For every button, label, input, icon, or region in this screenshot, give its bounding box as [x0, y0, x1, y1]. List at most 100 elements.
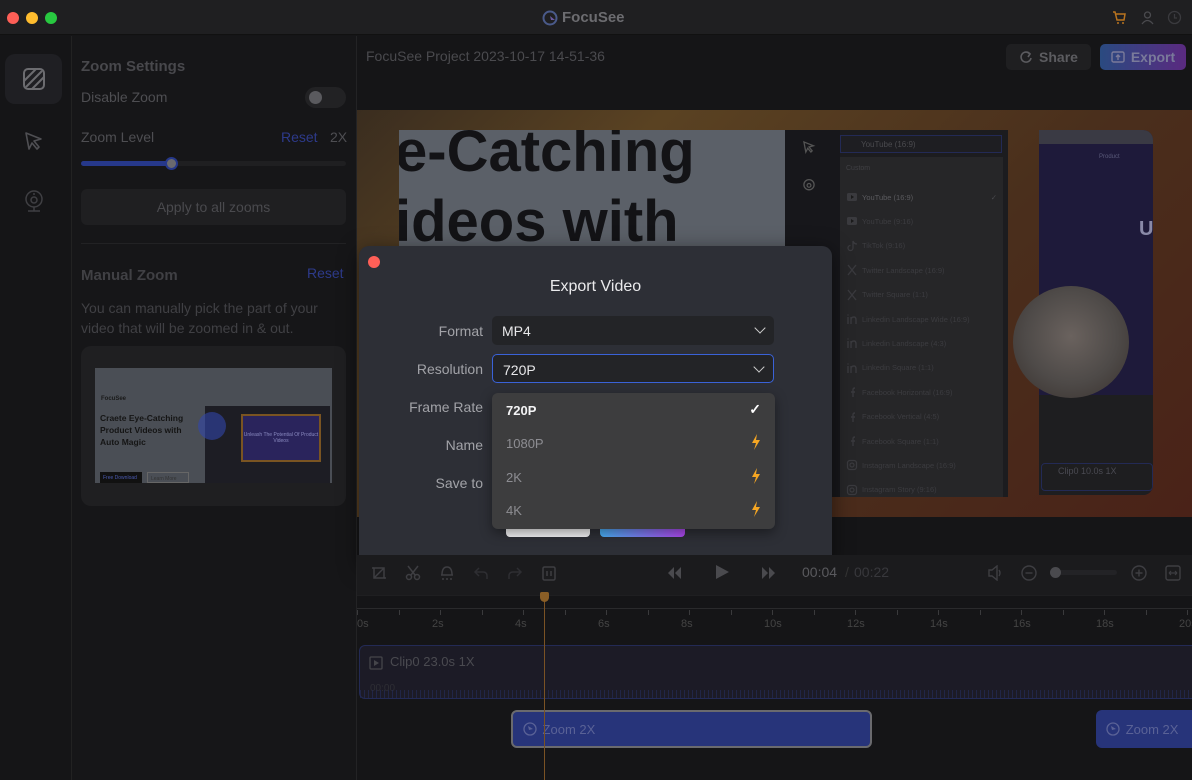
app-title-text: FocuSee: [562, 9, 625, 26]
zoom-segment-label: Zoom 2X: [1125, 721, 1179, 737]
frame-rate-label: Frame Rate: [409, 399, 483, 415]
export-header-button[interactable]: Export: [1100, 44, 1186, 70]
history-clock-icon[interactable]: [1167, 10, 1182, 25]
disable-zoom-toggle[interactable]: [305, 87, 346, 108]
manual-zoom-reset-link[interactable]: Reset: [307, 265, 344, 281]
aspect-option-label: Instagram Landscape (16:9): [862, 460, 956, 470]
format-label: Format: [438, 323, 483, 339]
cursor-arrow-icon: [24, 132, 42, 150]
ruler-tick: [1021, 610, 1022, 615]
ruler-tick: [1145, 610, 1147, 615]
close-window-button[interactable]: [7, 12, 19, 24]
ruler-tick-label: 16s: [1013, 618, 1031, 630]
zoom-focus-circle[interactable]: [198, 412, 226, 440]
zoom-segment[interactable]: Zoom 2X: [510, 710, 872, 748]
thumb-free-download: Free Download: [100, 472, 142, 483]
check-icon: ✓: [749, 401, 761, 417]
inner-clip-label: Clip0 10.0s 1X: [1041, 463, 1153, 491]
timeline-zoom-slider[interactable]: [1050, 567, 1117, 578]
preview-webcam-icon: [803, 179, 815, 191]
cursor-tab[interactable]: [5, 116, 62, 166]
audio-waveform: [360, 690, 1192, 698]
tiktok-icon: [847, 240, 858, 251]
zoom-level-label: Zoom Level: [81, 129, 155, 145]
preview-headline-line1: e-Catching: [399, 130, 695, 184]
zoom-level-slider-knob[interactable]: [165, 157, 179, 170]
fast-forward-icon[interactable]: [761, 566, 777, 580]
aspect-option-label: Linkedin Square (1:1): [862, 363, 934, 373]
zoom-level-slider[interactable]: [81, 157, 346, 170]
ruler-tick: [979, 610, 981, 615]
maximize-window-button[interactable]: [45, 12, 57, 24]
zoom-out-icon[interactable]: [1021, 565, 1037, 581]
aspect-option-label: Linkedin Landscape Wide (16:9): [862, 314, 970, 324]
volume-icon[interactable]: [987, 565, 1003, 581]
resolution-option-label: 4K: [506, 502, 522, 518]
redo-icon[interactable]: [507, 565, 523, 581]
ruler-tick: [440, 610, 441, 615]
resolution-option[interactable]: 4K: [492, 493, 775, 526]
ruler-tick-label: 0s: [357, 618, 369, 630]
delete-icon[interactable]: [541, 565, 557, 581]
zoom-level-reset-link[interactable]: Reset: [281, 129, 318, 145]
minimize-window-button[interactable]: [26, 12, 38, 24]
linkedin-icon: [847, 363, 857, 373]
format-select[interactable]: MP4: [492, 316, 774, 345]
resolution-option[interactable]: 1080P: [492, 426, 775, 459]
crop-icon[interactable]: [371, 565, 387, 581]
share-button[interactable]: Share: [1006, 44, 1091, 70]
thumb-learn-more: Learn More: [147, 472, 189, 483]
instagram-icon: [846, 484, 858, 495]
zoom-settings-panel: Zoom Settings Disable Zoom Zoom Level Re…: [72, 36, 357, 780]
resolution-select[interactable]: 720P: [492, 354, 774, 383]
playhead[interactable]: [539, 592, 549, 780]
rewind-icon[interactable]: [666, 566, 682, 580]
clip-play-icon: [369, 656, 383, 670]
user-icon[interactable]: [1140, 10, 1155, 25]
ruler-tick-label: 8s: [681, 618, 693, 630]
linkedin-icon: [847, 338, 857, 349]
aspect-option: Linkedin Landscape Wide (16:9): [846, 312, 1001, 326]
apply-to-all-zooms-button[interactable]: Apply to all zooms: [81, 189, 346, 225]
zoom-segment[interactable]: Zoom 2X: [1095, 710, 1192, 748]
manual-zoom-thumbnail[interactable]: FocuSee Craete Eye-Catching Product Vide…: [95, 368, 332, 483]
aspect-option-label: Facebook Horizontal (16:9): [862, 387, 953, 397]
fit-timeline-icon[interactable]: [1165, 565, 1181, 581]
aspect-option-label: TikTok (9:16): [862, 241, 906, 251]
ruler-tick-label: 12s: [847, 618, 865, 630]
disable-zoom-label: Disable Zoom: [81, 89, 168, 105]
manual-zoom-preview-card[interactable]: FocuSee Craete Eye-Catching Product Vide…: [81, 346, 346, 506]
ruler-tick: [689, 610, 690, 615]
total-time: 00:22: [854, 564, 890, 580]
aspect-option: YouTube (9:16): [846, 214, 1001, 228]
undo-icon[interactable]: [473, 565, 489, 581]
aspect-option-label: Twitter Landscape (16:9): [862, 265, 945, 275]
scissors-icon[interactable]: [405, 565, 421, 581]
zoom-settings-tab[interactable]: [5, 54, 62, 104]
aspect-option: Facebook Vertical (4:5): [846, 410, 1001, 424]
zoom-in-icon[interactable]: [1131, 565, 1147, 581]
resolution-option[interactable]: 2K: [492, 460, 775, 493]
clip-label: Clip0 23.0s 1X: [390, 654, 475, 669]
x-twitter-icon: [847, 264, 857, 276]
play-icon[interactable]: [714, 564, 730, 580]
x-twitter-icon: [847, 289, 857, 301]
app-title: FocuSee: [542, 9, 625, 26]
ruler-tick: [606, 610, 607, 615]
ruler-tick: [564, 610, 566, 615]
split-icon[interactable]: [439, 565, 455, 581]
aspect-option-label: Facebook Vertical (4:5): [862, 412, 940, 422]
video-clip-track[interactable]: Clip0 23.0s 1X 00:00: [359, 645, 1192, 699]
playhead-handle[interactable]: [539, 592, 549, 602]
aspect-option: Linkedin Square (1:1): [846, 361, 1001, 375]
resolution-option[interactable]: 720P ✓: [492, 393, 775, 426]
ruler-tick: [813, 610, 815, 615]
cart-icon[interactable]: [1112, 10, 1127, 25]
dialog-close-button[interactable]: [368, 256, 380, 268]
camera-tab[interactable]: [5, 176, 62, 226]
format-value: MP4: [502, 323, 531, 339]
thumb-brand: FocuSee: [101, 396, 127, 402]
ruler-tick: [896, 610, 898, 615]
zoom-segment-icon: [522, 722, 537, 736]
zoom-segment-icon: [1106, 722, 1120, 736]
